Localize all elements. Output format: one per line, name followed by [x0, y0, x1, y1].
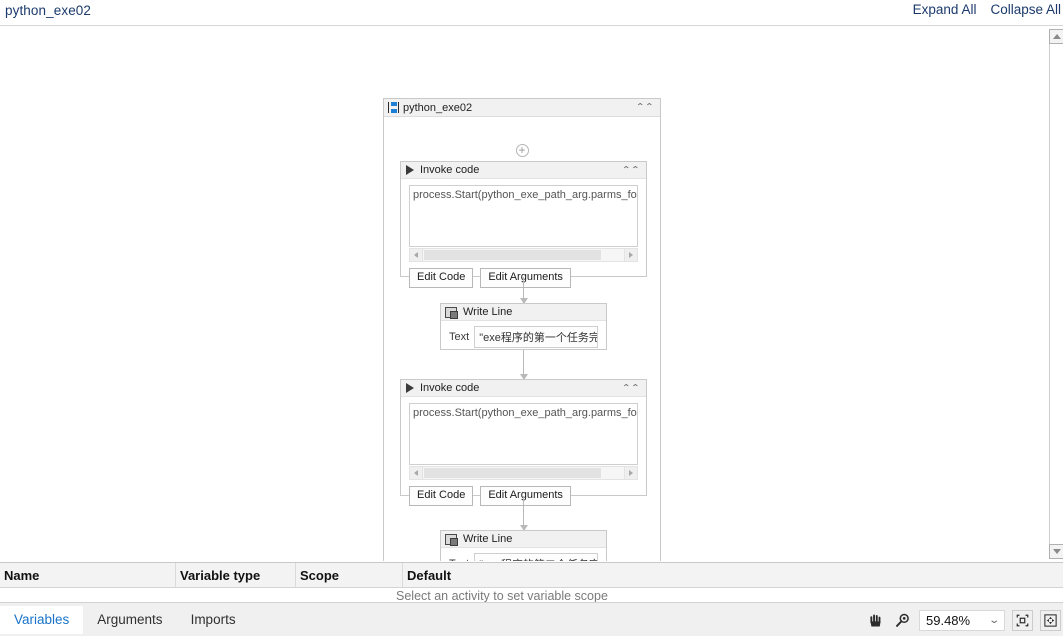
tab-arguments[interactable]: Arguments — [83, 606, 176, 634]
scroll-right-arrow[interactable] — [624, 467, 637, 479]
designer-topbar: python_exe02 Expand All Collapse All — [0, 0, 1063, 26]
add-activity-top-wrapper — [384, 144, 660, 157]
tab-variables[interactable]: Variables — [0, 605, 84, 634]
zoom-toolbar: 59.48% ⌄ — [865, 603, 1061, 636]
expand-all-button[interactable]: Expand All — [913, 2, 977, 17]
connector-3 — [519, 496, 528, 531]
column-header-name[interactable]: Name — [0, 563, 176, 587]
chevron-down-icon[interactable]: ⌄ — [982, 615, 1005, 626]
scroll-up-arrow[interactable] — [1049, 29, 1063, 44]
column-header-scope[interactable]: Scope — [296, 563, 403, 587]
scrollbar-track[interactable] — [1049, 29, 1063, 559]
column-header-default[interactable]: Default — [403, 563, 1063, 587]
scroll-down-arrow[interactable] — [1049, 544, 1063, 559]
write-line-text-row: Text "exe程序的第二个任务完成" — [441, 548, 606, 561]
code-preview-area[interactable]: process.Start(python_exe_path_arg.parms_… — [409, 403, 638, 465]
activity-title: Invoke code — [420, 382, 480, 394]
text-field-input[interactable]: "exe程序的第二个任务完成" — [474, 553, 598, 561]
connector-1 — [519, 277, 528, 304]
chevron-up-icon[interactable]: ⌃⌃ — [634, 103, 656, 112]
magnifier-zoom-icon[interactable] — [892, 610, 912, 630]
sequence-header[interactable]: python_exe02 ⌃⌃ — [384, 99, 660, 117]
activity-invoke-code-2[interactable]: Invoke code ⌃⌃ process.Start(python_exe_… — [400, 379, 647, 507]
sequence-container[interactable]: python_exe02 ⌃⌃ Invoke code ⌃⌃ proces — [383, 98, 661, 561]
chevron-up-icon[interactable]: ⌃⌃ — [620, 383, 642, 393]
sequence-body: Invoke code ⌃⌃ process.Start(python_exe_… — [384, 117, 660, 561]
column-header-variable-type[interactable]: Variable type — [176, 563, 296, 587]
play-icon — [406, 383, 414, 393]
variables-empty-hint: Select an activity to set variable scope — [396, 589, 608, 603]
edit-arguments-button[interactable]: Edit Arguments — [480, 486, 571, 507]
activity-title: Invoke code — [420, 164, 480, 176]
activity-header[interactable]: Invoke code ⌃⌃ — [401, 162, 646, 179]
activity-header[interactable]: Write Line — [441, 531, 606, 548]
code-horizontal-scrollbar[interactable] — [409, 466, 638, 480]
activity-invoke-code-1[interactable]: Invoke code ⌃⌃ process.Start(python_exe_… — [400, 161, 647, 289]
activity-write-line-2[interactable]: Write Line Text "exe程序的第二个任务完成" — [440, 530, 607, 561]
tab-imports[interactable]: Imports — [177, 606, 250, 634]
hand-pan-icon[interactable] — [865, 610, 885, 630]
activity-title: Write Line — [463, 533, 513, 545]
activity-write-line-1[interactable]: Write Line Text "exe程序的第一个任务完成" — [440, 303, 607, 350]
sequence-title: python_exe02 — [403, 101, 473, 114]
sequence-icon — [388, 102, 399, 113]
write-line-icon — [445, 306, 458, 319]
activity-title: Write Line — [463, 306, 513, 318]
write-line-icon — [445, 533, 458, 546]
play-icon — [406, 165, 414, 175]
scroll-right-arrow[interactable] — [624, 249, 637, 261]
fit-to-window-icon[interactable] — [1012, 609, 1033, 631]
code-horizontal-scrollbar[interactable] — [409, 248, 638, 262]
canvas-vertical-scrollbar[interactable] — [1046, 27, 1063, 561]
scroll-left-arrow[interactable] — [410, 467, 423, 479]
collapse-all-button[interactable]: Collapse All — [990, 2, 1061, 17]
edit-code-button[interactable]: Edit Code — [409, 268, 474, 289]
scroll-left-arrow[interactable] — [410, 249, 423, 261]
breadcrumb[interactable]: python_exe02 — [5, 3, 91, 18]
zoom-level-combobox[interactable]: 59.48% ⌄ — [919, 609, 1005, 631]
uipath-designer-window: python_exe02 Expand All Collapse All pyt… — [0, 0, 1063, 636]
activity-header[interactable]: Invoke code ⌃⌃ — [401, 380, 646, 397]
variables-table-header: Name Variable type Scope Default — [0, 563, 1063, 588]
code-text: process.Start(python_exe_path_arg.parms_… — [413, 189, 637, 201]
bottom-tab-bar: Variables Arguments Imports https://blog… — [0, 602, 1063, 636]
text-field-input[interactable]: "exe程序的第一个任务完成" — [474, 326, 598, 348]
connector-2 — [519, 350, 528, 380]
text-field-label: Text — [449, 558, 469, 561]
edit-arguments-button[interactable]: Edit Arguments — [480, 268, 571, 289]
overview-map-icon[interactable] — [1040, 609, 1061, 631]
zoom-level-value: 59.48% — [926, 612, 971, 628]
topbar-actions: Expand All Collapse All — [913, 2, 1061, 17]
add-activity-button-top[interactable] — [515, 144, 529, 157]
scroll-thumb[interactable] — [424, 468, 601, 478]
workflow-canvas[interactable]: python_exe02 ⌃⌃ Invoke code ⌃⌃ proces — [0, 27, 1046, 561]
edit-code-button[interactable]: Edit Code — [409, 486, 474, 507]
code-preview-area[interactable]: process.Start(python_exe_path_arg.parms_… — [409, 185, 638, 247]
text-field-label: Text — [449, 331, 470, 343]
scroll-thumb[interactable] — [424, 250, 601, 260]
variables-panel: Name Variable type Scope Default Select … — [0, 562, 1063, 603]
code-text: process.Start(python_exe_path_arg.parms_… — [413, 407, 637, 419]
chevron-up-icon[interactable]: ⌃⌃ — [620, 165, 642, 175]
activity-header[interactable]: Write Line — [441, 304, 606, 321]
